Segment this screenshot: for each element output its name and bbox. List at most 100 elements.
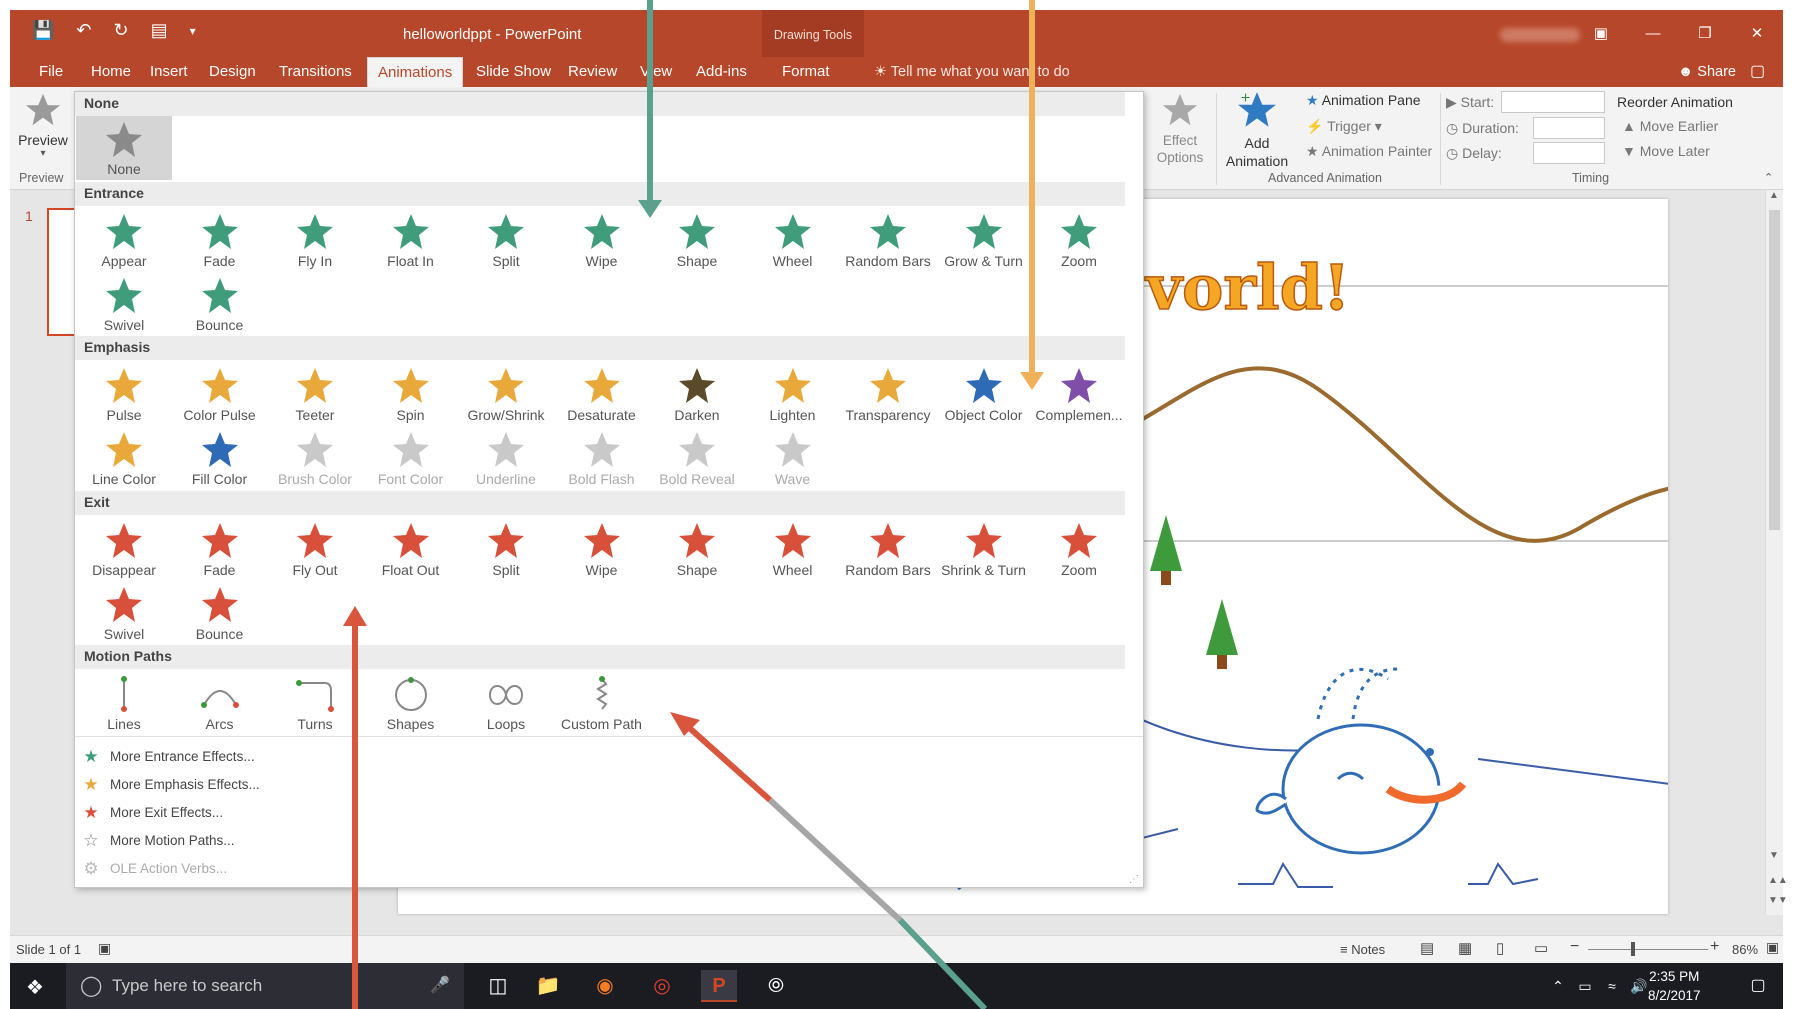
animation-effect-item[interactable]: Wipe bbox=[554, 212, 650, 276]
spell-check-icon[interactable]: ▣ bbox=[98, 940, 111, 957]
more-effects-link[interactable]: ★ More Entrance Effects... bbox=[75, 744, 475, 770]
animation-effect-item[interactable]: Wheel bbox=[745, 521, 841, 585]
more-effects-link[interactable]: ☆ More Motion Paths... bbox=[75, 828, 475, 854]
animation-effect-item[interactable]: Wipe bbox=[554, 521, 650, 585]
close-button[interactable]: ✕ bbox=[1731, 10, 1783, 57]
start-from-beginning-icon[interactable]: ▤ bbox=[151, 20, 168, 41]
firefox-icon[interactable]: ◉ bbox=[587, 970, 623, 1002]
tab-home[interactable]: Home bbox=[81, 57, 141, 87]
taskbar-clock[interactable]: 2:35 PM 8/2/2017 bbox=[1648, 967, 1701, 1005]
animation-effect-item[interactable]: Fade bbox=[172, 521, 268, 585]
move-earlier-button[interactable]: ▲ Move Earlier bbox=[1622, 118, 1718, 134]
animation-effect-item[interactable]: Loops bbox=[458, 675, 554, 739]
animation-effect-item[interactable]: Line Color bbox=[76, 430, 172, 494]
animation-effect-item[interactable]: Fill Color bbox=[172, 430, 268, 494]
animation-effect-item[interactable]: Arcs bbox=[172, 675, 268, 739]
animation-effect-item[interactable]: Shapes bbox=[363, 675, 459, 739]
tab-add-ins[interactable]: Add-ins bbox=[686, 57, 757, 87]
previous-slide-icon[interactable]: ▲▲ bbox=[1768, 875, 1788, 886]
animation-effect-item[interactable]: Darken bbox=[649, 366, 745, 430]
animation-effect-item[interactable]: Fade bbox=[172, 212, 268, 276]
share-button[interactable]: ☻ Share bbox=[1678, 57, 1736, 87]
animation-effect-item[interactable]: Teeter bbox=[267, 366, 363, 430]
more-effects-link[interactable]: ★ More Emphasis Effects... bbox=[75, 772, 475, 798]
animation-effect-item[interactable]: Desaturate bbox=[554, 366, 650, 430]
animation-effect-item[interactable]: Bounce bbox=[172, 585, 268, 649]
more-effects-link[interactable]: ★ More Exit Effects... bbox=[75, 800, 475, 826]
next-slide-icon[interactable]: ▼▼ bbox=[1768, 895, 1788, 906]
animation-effect-item[interactable]: Pulse bbox=[76, 366, 172, 430]
restore-button[interactable]: ❐ bbox=[1679, 10, 1731, 57]
animation-effect-item[interactable]: Fly In bbox=[267, 212, 363, 276]
fit-slide-icon[interactable]: ▣ bbox=[1766, 939, 1779, 956]
scroll-thumb[interactable] bbox=[1769, 210, 1780, 530]
preview-button[interactable]: Preview ▾ bbox=[14, 91, 72, 159]
resize-grip-icon[interactable]: ⋰ bbox=[1129, 874, 1139, 885]
add-animation-button[interactable]: + Add Animation bbox=[1217, 89, 1297, 170]
tab-animations[interactable]: Animations bbox=[367, 57, 464, 87]
animation-effect-item[interactable]: Swivel bbox=[76, 585, 172, 649]
animation-effect-item[interactable]: Split bbox=[458, 212, 554, 276]
redo-icon[interactable]: ↻ bbox=[114, 20, 129, 41]
animation-effect-item[interactable]: Shape bbox=[649, 212, 745, 276]
action-center-icon[interactable]: ▢ bbox=[1740, 970, 1776, 1002]
minimize-button[interactable]: — bbox=[1627, 10, 1679, 57]
windows-start-icon[interactable]: ❖ bbox=[26, 975, 44, 1000]
slideshow-view-icon[interactable]: ▭ bbox=[1534, 939, 1548, 957]
tab-format[interactable]: Format bbox=[772, 57, 840, 87]
animation-effect-item[interactable]: Disappear bbox=[76, 521, 172, 585]
animation-effect-item[interactable]: Lines bbox=[76, 675, 172, 739]
zoom-level[interactable]: 86% bbox=[1732, 942, 1758, 957]
slide-thumbnail[interactable] bbox=[47, 208, 77, 336]
animation-effect-item[interactable]: Complemen... bbox=[1031, 366, 1127, 430]
tab-slide-show[interactable]: Slide Show bbox=[466, 57, 561, 87]
move-later-button[interactable]: ▼ Move Later bbox=[1622, 143, 1710, 159]
animation-effect-item[interactable]: Grow/Shrink bbox=[458, 366, 554, 430]
animation-effect-item[interactable]: Fly Out bbox=[267, 521, 363, 585]
tab-design[interactable]: Design bbox=[199, 57, 266, 87]
tab-review[interactable]: Review bbox=[558, 57, 627, 87]
customize-qat-icon[interactable]: ▾ bbox=[190, 24, 196, 41]
animation-pane-button[interactable]: ★ Animation Pane bbox=[1306, 92, 1421, 109]
duration-field[interactable] bbox=[1533, 117, 1605, 139]
file-explorer-icon[interactable]: 📁 bbox=[530, 970, 566, 1002]
scroll-up-icon[interactable]: ▲ bbox=[1769, 190, 1779, 201]
notes-button[interactable]: ≡ Notes bbox=[1340, 942, 1385, 957]
tab-view[interactable]: View bbox=[630, 57, 682, 87]
animation-effect-item[interactable]: Custom Path bbox=[554, 675, 650, 739]
animation-effect-item[interactable]: Bounce bbox=[172, 276, 268, 340]
animation-effect-item[interactable]: Spin bbox=[363, 366, 459, 430]
start-select[interactable] bbox=[1501, 91, 1605, 113]
animation-effect-item[interactable]: Shape bbox=[649, 521, 745, 585]
zoom-slider-thumb[interactable] bbox=[1631, 942, 1635, 956]
animation-effect-item[interactable]: Zoom bbox=[1031, 212, 1127, 276]
tab-transitions[interactable]: Transitions bbox=[269, 57, 362, 87]
tell-me-box[interactable]: ☀ Tell me what you want to do bbox=[874, 57, 1070, 87]
reading-view-icon[interactable]: ▯ bbox=[1496, 939, 1504, 957]
vertical-scrollbar[interactable]: ▲ ▼ ▲▲ ▼▼ bbox=[1765, 190, 1788, 915]
task-view-icon[interactable]: ◫ bbox=[480, 970, 516, 1002]
comments-icon[interactable]: ▢ bbox=[1750, 61, 1765, 81]
tab-file[interactable]: File bbox=[29, 57, 73, 87]
slide-title-text[interactable]: vorld! bbox=[1145, 250, 1351, 325]
microphone-icon[interactable]: 🎤 bbox=[430, 963, 450, 1009]
animation-effect-item[interactable]: Random Bars bbox=[840, 212, 936, 276]
normal-view-icon[interactable]: ▤ bbox=[1420, 939, 1434, 957]
powerpoint-taskbar-icon[interactable]: P bbox=[701, 970, 737, 1002]
animation-effect-item[interactable]: Wheel bbox=[745, 212, 841, 276]
chrome-icon[interactable]: ◎ bbox=[644, 970, 680, 1002]
slide-sorter-icon[interactable]: ▦ bbox=[1458, 939, 1472, 957]
animation-effect-item[interactable]: Transparency bbox=[840, 366, 936, 430]
collapse-ribbon-icon[interactable]: ⌃ bbox=[1764, 171, 1773, 184]
effect-options-button[interactable]: Effect Options bbox=[1146, 91, 1214, 166]
animation-effect-item[interactable]: Swivel bbox=[76, 276, 172, 340]
animation-effect-item[interactable]: Zoom bbox=[1031, 521, 1127, 585]
animation-effect-item[interactable]: Appear bbox=[76, 212, 172, 276]
trigger-button[interactable]: ⚡ Trigger ▾ bbox=[1306, 118, 1382, 135]
animation-effect-item[interactable]: Turns bbox=[267, 675, 363, 739]
animation-effect-item[interactable]: Color Pulse bbox=[172, 366, 268, 430]
animation-effect-item[interactable]: Lighten bbox=[745, 366, 841, 430]
animation-effect-item[interactable]: None bbox=[76, 116, 172, 180]
animation-effect-item[interactable]: Shrink & Turn bbox=[936, 521, 1032, 585]
zoom-in-icon[interactable]: + bbox=[1710, 938, 1719, 956]
